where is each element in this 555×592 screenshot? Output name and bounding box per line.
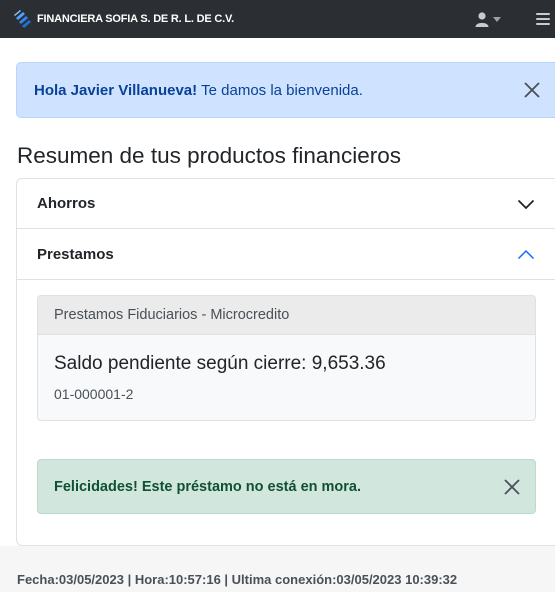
company-logo-icon bbox=[14, 10, 31, 28]
user-icon bbox=[475, 12, 489, 27]
welcome-alert: Hola Javier Villanueva! Te damos la bien… bbox=[16, 62, 555, 118]
loan-product-name: Prestamos Fiduciarios - Microcredito bbox=[38, 296, 535, 335]
welcome-greeting: Hola Javier Villanueva! bbox=[34, 81, 198, 99]
session-info: Fecha:03/05/2023 | Hora:10:57:16 | Ultim… bbox=[17, 572, 458, 587]
chevron-down-icon bbox=[493, 16, 501, 22]
products-accordion: Ahorros Prestamos Prestamos Fiduciarios … bbox=[16, 178, 555, 546]
welcome-message: Te damos la bienvenida. bbox=[201, 81, 363, 99]
loan-card[interactable]: Prestamos Fiduciarios - Microcredito Sal… bbox=[37, 295, 536, 421]
loan-account-number: 01-000001-2 bbox=[54, 386, 134, 402]
page-title: Resumen de tus productos financieros bbox=[17, 143, 401, 168]
chevron-up-icon bbox=[517, 249, 535, 260]
footer: Fecha:03/05/2023 | Hora:10:57:16 | Ultim… bbox=[0, 546, 555, 592]
accordion-item-prestamos[interactable]: Prestamos bbox=[17, 230, 555, 280]
chevron-down-icon bbox=[517, 199, 535, 210]
accordion-label: Prestamos bbox=[37, 246, 114, 263]
accordion-item-ahorros[interactable]: Ahorros bbox=[17, 179, 555, 229]
user-menu-button[interactable] bbox=[474, 6, 508, 32]
success-alert: Felicidades! Este préstamo no está en mo… bbox=[37, 459, 536, 514]
hamburger-icon[interactable] bbox=[536, 7, 550, 31]
accordion-label: Ahorros bbox=[37, 195, 96, 212]
brand-name: FINANCIERA SOFIA S. DE R. L. DE C.V. bbox=[37, 13, 234, 25]
success-message: Felicidades! Este préstamo no está en mo… bbox=[54, 478, 362, 495]
close-icon[interactable] bbox=[503, 478, 521, 496]
close-icon[interactable] bbox=[523, 81, 541, 99]
top-navbar: FINANCIERA SOFIA S. DE R. L. DE C.V. bbox=[0, 0, 555, 38]
loan-balance: Saldo pendiente según cierre: 9,653.36 bbox=[54, 353, 386, 374]
brand[interactable]: FINANCIERA SOFIA S. DE R. L. DE C.V. bbox=[12, 8, 234, 30]
